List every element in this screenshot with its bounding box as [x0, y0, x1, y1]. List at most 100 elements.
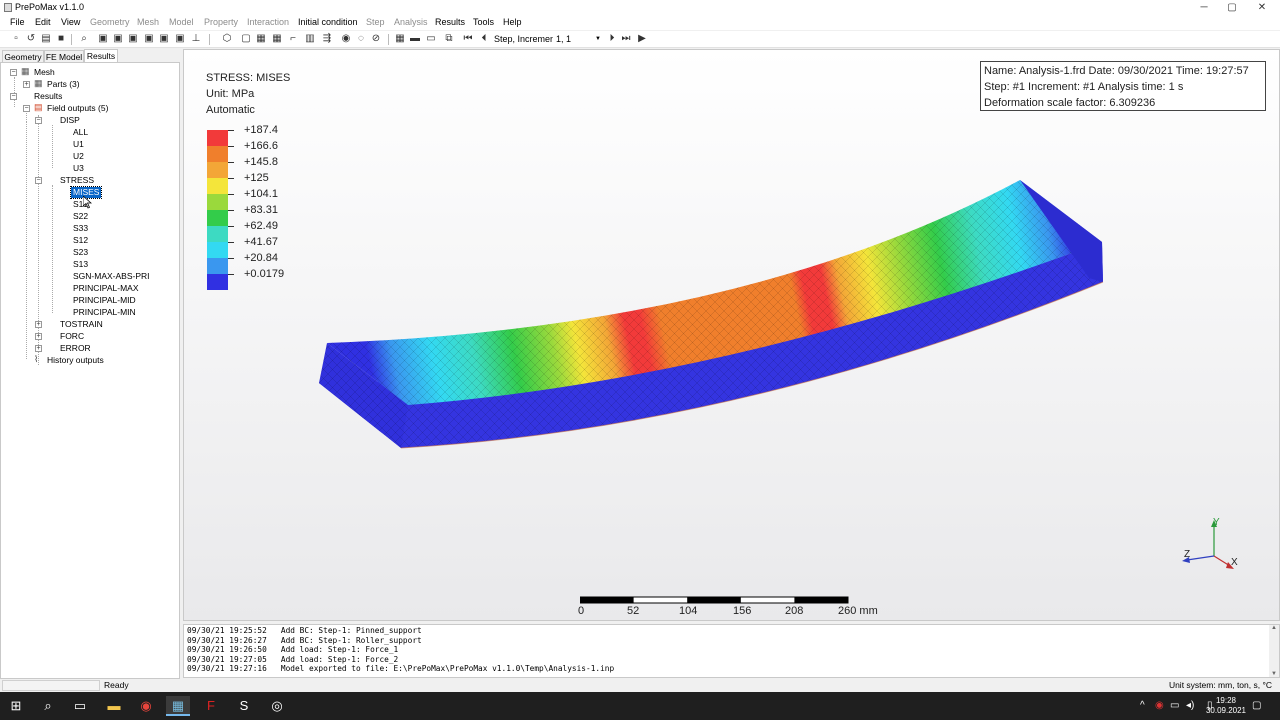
play-icon[interactable]: ▶	[636, 33, 648, 45]
3d-viewport[interactable]: STRESS: MISES Unit: MPa Automatic +187.4…	[183, 49, 1280, 621]
recording-app-icon[interactable]: S	[232, 696, 256, 716]
tree-item-disp-u1[interactable]: U1	[73, 139, 84, 150]
menu-interaction[interactable]: Interaction	[247, 17, 289, 27]
element-edges-icon[interactable]: ▦	[255, 33, 267, 45]
tab-results[interactable]: Results	[84, 49, 118, 62]
import-icon[interactable]: ▤	[40, 33, 52, 45]
tree-item-parts[interactable]: Parts (3)	[47, 79, 80, 90]
view-back-icon[interactable]: ▣	[112, 33, 124, 45]
tree-item-stress-s22[interactable]: S22	[73, 211, 88, 222]
view-right-icon[interactable]: ▣	[174, 33, 186, 45]
new-icon[interactable]: ▫	[10, 33, 22, 45]
taskbar-clock[interactable]: 19:28 30.09.2021	[1206, 696, 1246, 716]
expand-stress-toggle[interactable]: −	[35, 177, 42, 184]
undeformed-icon[interactable]: ▦	[394, 33, 406, 45]
scroll-down-icon[interactable]: ▼	[1269, 671, 1279, 677]
tree-item-disp-u2[interactable]: U2	[73, 151, 84, 162]
search-icon[interactable]: ⌕	[36, 696, 60, 716]
save-icon[interactable]: ■	[55, 33, 67, 45]
tree-item-disp[interactable]: DISP	[60, 115, 80, 126]
model-edges-icon[interactable]: ▦	[271, 33, 283, 45]
tree-item-mesh[interactable]: Mesh	[34, 67, 55, 78]
notification-icon[interactable]: ▢	[1252, 700, 1261, 711]
tree-item-disp-all[interactable]: ALL	[73, 127, 88, 138]
menu-help[interactable]: Help	[503, 17, 522, 27]
view-bottom-icon[interactable]: ▣	[143, 33, 155, 45]
expand-error-toggle[interactable]: +	[35, 345, 42, 352]
beam-model[interactable]	[184, 50, 1280, 621]
view-front-icon[interactable]: ▣	[97, 33, 109, 45]
previous-increment-icon[interactable]: ⏴	[478, 33, 490, 45]
menu-step[interactable]: Step	[366, 17, 385, 27]
menu-file[interactable]: File	[10, 17, 25, 27]
view-top-icon[interactable]: ▣	[127, 33, 139, 45]
tree-item-results[interactable]: Results	[34, 91, 62, 102]
tray-volume-icon[interactable]: ◂)	[1186, 700, 1194, 711]
wireframe-icon[interactable]: ▢	[240, 33, 252, 45]
normal-view-icon[interactable]: ⊥	[190, 33, 202, 45]
tree-item-field-outputs[interactable]: Field outputs (5)	[47, 103, 108, 114]
view-left-icon[interactable]: ▣	[158, 33, 170, 45]
expand-field-outputs-toggle[interactable]: −	[23, 105, 30, 112]
expand-tostrain-toggle[interactable]: +	[35, 321, 42, 328]
close-button[interactable]: ✕	[1248, 0, 1276, 15]
show-only-icon[interactable]: ⊘	[370, 33, 382, 45]
tree-item-error[interactable]: ERROR	[60, 343, 91, 354]
tray-app-icon[interactable]: ◉	[1155, 700, 1164, 711]
tree-item-stress-principal-max[interactable]: PRINCIPAL-MAX	[73, 283, 139, 294]
expand-results-toggle[interactable]: −	[10, 93, 17, 100]
tray-chevron-icon[interactable]: ^	[1140, 700, 1145, 711]
menu-edit[interactable]: Edit	[35, 17, 51, 27]
menu-initial-condition[interactable]: Initial condition	[298, 17, 358, 27]
tab-fe-model[interactable]: FE Model	[44, 50, 84, 62]
section-view-icon[interactable]: ⌐	[287, 33, 299, 45]
first-increment-icon[interactable]: ⏮	[462, 33, 474, 45]
exploded-view-icon[interactable]: ⇶	[321, 33, 333, 45]
tray-network-icon[interactable]: ▭	[1170, 700, 1179, 711]
next-increment-icon[interactable]: ⏵	[606, 33, 618, 45]
expand-parts-toggle[interactable]: +	[23, 81, 30, 88]
minimize-button[interactable]: ─	[1190, 0, 1218, 15]
menu-analysis[interactable]: Analysis	[394, 17, 428, 27]
log-scrollbar[interactable]: ▲ ▼	[1269, 625, 1279, 677]
tree-item-stress-principal-mid[interactable]: PRINCIPAL-MID	[73, 295, 136, 306]
chrome-icon[interactable]: ◉	[134, 696, 158, 716]
menu-mesh[interactable]: Mesh	[137, 17, 159, 27]
menu-results[interactable]: Results	[435, 17, 465, 27]
tree-item-stress[interactable]: STRESS	[60, 175, 94, 186]
tree-item-stress-s33[interactable]: S33	[73, 223, 88, 234]
tree-item-forc[interactable]: FORC	[60, 331, 84, 342]
last-increment-icon[interactable]: ⏭	[620, 33, 632, 45]
expand-mesh-toggle[interactable]: −	[10, 69, 17, 76]
freecad-icon[interactable]: F	[199, 696, 223, 716]
output-log[interactable]: 09/30/21 19:25:52 Add BC: Step-1: Pinned…	[183, 624, 1280, 678]
menu-view[interactable]: View	[61, 17, 80, 27]
tree-item-disp-u3[interactable]: U3	[73, 163, 84, 174]
deformed-color-icon[interactable]: ▭	[425, 33, 437, 45]
windows-start-icon[interactable]: ⊞	[4, 696, 28, 716]
open-icon[interactable]: ↺	[25, 33, 37, 45]
menu-tools[interactable]: Tools	[473, 17, 494, 27]
maximize-button[interactable]: ▢	[1218, 0, 1246, 15]
prepomax-taskbar-icon[interactable]: ▦	[166, 696, 190, 716]
isometric-view-icon[interactable]: ⬡	[221, 33, 233, 45]
tree-item-stress-sgn-max-abs-pri[interactable]: SGN-MAX-ABS-PRI	[73, 271, 150, 282]
tree-item-history-outputs[interactable]: History outputs	[47, 355, 104, 366]
menu-geometry[interactable]: Geometry	[90, 17, 130, 27]
show-icon[interactable]: ◉	[340, 33, 352, 45]
tree-item-stress-principal-min[interactable]: PRINCIPAL-MIN	[73, 307, 136, 318]
tree-item-tostrain[interactable]: TOSTRAIN	[60, 319, 103, 330]
file-explorer-icon[interactable]: ▬	[102, 696, 126, 716]
expand-forc-toggle[interactable]: +	[35, 333, 42, 340]
tree-item-stress-s13[interactable]: S13	[73, 259, 88, 270]
tree-item-stress-s12[interactable]: S12	[73, 235, 88, 246]
task-view-icon[interactable]: ▭	[68, 696, 92, 716]
step-increment-select[interactable]: 1, 1 ▼	[553, 33, 603, 46]
menu-model[interactable]: Model	[169, 17, 194, 27]
color-contours-icon[interactable]: ▥	[304, 33, 316, 45]
deformed-icon[interactable]: ▬	[409, 33, 421, 45]
animate-icon[interactable]: ⧉	[443, 33, 455, 45]
hide-icon[interactable]: ◌	[355, 33, 367, 45]
zoom-icon[interactable]: ⌕	[78, 33, 90, 45]
menu-property[interactable]: Property	[204, 17, 238, 27]
